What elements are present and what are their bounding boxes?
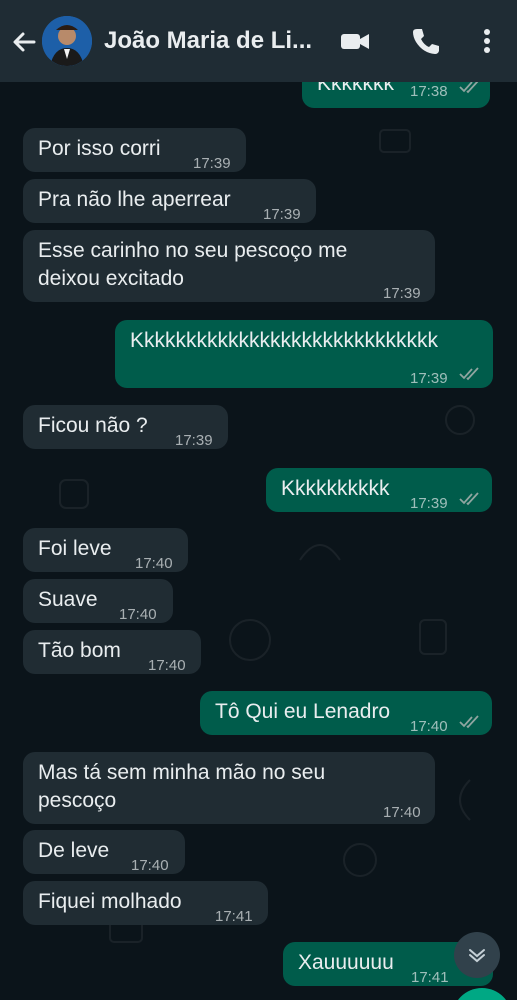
outgoing-message[interactable]: Kkkkkkkkkk 17:39: [266, 468, 492, 512]
message-time: 17:41: [411, 969, 449, 986]
message-time: 17:40: [131, 857, 169, 874]
incoming-message[interactable]: De leve 17:40: [23, 830, 185, 874]
message-text: Kkkkkkkkkkkkkkkkkkkkkkkkkkkkk: [130, 329, 439, 352]
video-call-icon[interactable]: [338, 24, 372, 58]
double-check-icon: [459, 367, 479, 381]
message-text: Fiquei molhado: [38, 890, 182, 913]
outgoing-message[interactable]: Kkkkkkkkkkkkkkkkkkkkkkkkkkkkk 17:39: [115, 320, 493, 388]
message-time: 17:38: [410, 83, 448, 100]
incoming-message[interactable]: Esse carinho no seu pescoço me deixou ex…: [23, 230, 435, 302]
more-options-icon[interactable]: [470, 24, 504, 58]
incoming-message[interactable]: Pra não lhe aperrear 17:39: [23, 179, 316, 223]
message-time: 17:40: [410, 718, 448, 735]
message-time: 17:39: [193, 155, 231, 172]
incoming-message[interactable]: Foi leve 17:40: [23, 528, 188, 572]
message-text-line2: deixou excitado: [38, 267, 184, 290]
scroll-to-bottom-button[interactable]: [454, 932, 500, 978]
chat-header: João Maria de Li...: [0, 0, 517, 82]
double-check-icon: [459, 492, 479, 506]
incoming-message[interactable]: Suave 17:40: [23, 579, 173, 623]
message-text: Tô Qui eu Lenadro: [215, 700, 391, 723]
message-time: 17:40: [383, 804, 421, 821]
message-list[interactable]: Kkkkkkk 17:38 Por isso corri 17:39 Pra n…: [0, 68, 517, 1000]
double-check-icon: [459, 715, 479, 729]
message-text: Kkkkkkkkkk: [281, 477, 390, 500]
outgoing-message[interactable]: Tô Qui eu Lenadro 17:40: [200, 691, 492, 735]
incoming-message[interactable]: Mas tá sem minha mão no seu pescoço 17:4…: [23, 752, 435, 824]
chevron-down-icon: [469, 949, 485, 963]
incoming-message[interactable]: Ficou não ? 17:39: [23, 405, 228, 449]
voice-call-icon[interactable]: [408, 24, 442, 58]
message-text: Xauuuuuu: [298, 951, 394, 974]
message-time: 17:40: [148, 657, 186, 674]
back-arrow-icon[interactable]: [8, 26, 40, 58]
message-time: 17:39: [175, 432, 213, 449]
message-text: Tão bom: [38, 639, 121, 662]
message-text: Mas tá sem minha mão no seu: [38, 761, 326, 784]
double-check-icon: [459, 80, 479, 94]
message-text: Ficou não ?: [38, 414, 148, 437]
message-text: Esse carinho no seu pescoço me: [38, 239, 348, 262]
message-text: Pra não lhe aperrear: [38, 188, 231, 211]
message-time: 17:41: [215, 908, 253, 925]
chat-screen: João Maria de Li... Kkkkkkk 17:38 Por is…: [0, 0, 517, 1000]
message-text: De leve: [38, 839, 110, 862]
message-time: 17:39: [410, 370, 448, 387]
message-time: 17:39: [383, 285, 421, 302]
message-time: 17:40: [135, 555, 173, 572]
message-time: 17:39: [410, 495, 448, 512]
message-time: 17:40: [119, 606, 157, 623]
message-text: Por isso corri: [38, 137, 161, 160]
message-text-line2: pescoço: [38, 789, 117, 812]
contact-avatar[interactable]: [42, 16, 92, 66]
message-text: Foi leve: [38, 537, 112, 560]
message-text: Suave: [38, 588, 98, 611]
message-time: 17:39: [263, 206, 301, 223]
incoming-message[interactable]: Por isso corri 17:39: [23, 128, 246, 172]
contact-name[interactable]: João Maria de Li...: [104, 27, 324, 55]
incoming-message[interactable]: Fiquei molhado 17:41: [23, 881, 268, 925]
incoming-message[interactable]: Tão bom 17:40: [23, 630, 201, 674]
